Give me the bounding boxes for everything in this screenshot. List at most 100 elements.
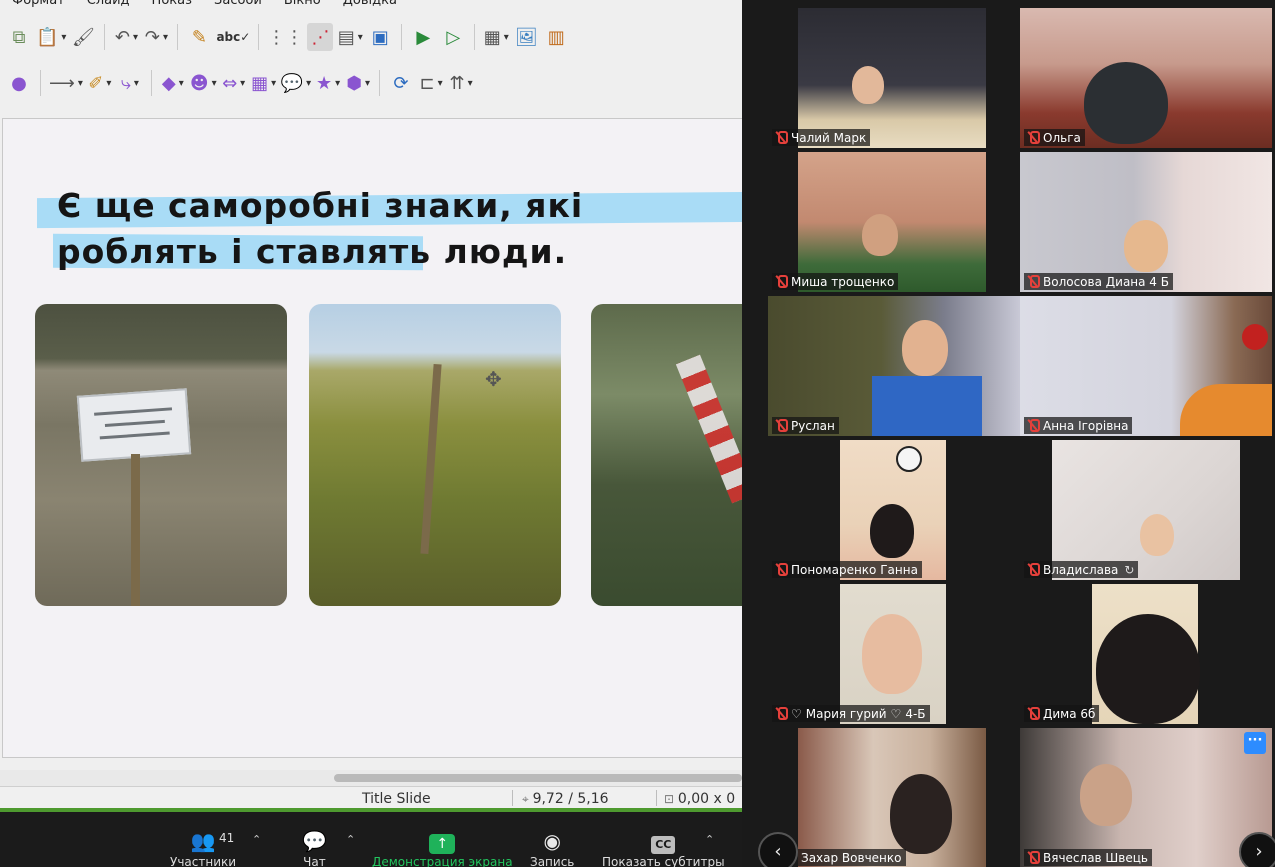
start-current-slide-icon[interactable]: ▷: [440, 23, 466, 51]
participant-name-label: Анна Ігорівна: [1024, 417, 1133, 434]
participant-tile[interactable]: Анна Ігорівна: [1020, 296, 1272, 436]
insert-image-icon[interactable]: 🖼: [513, 23, 539, 51]
size-icon: ⊡: [664, 792, 678, 806]
participant-tile[interactable]: Чалий Марк: [768, 8, 1020, 148]
participant-tile[interactable]: Руслан: [768, 296, 1020, 436]
participant-video: [840, 584, 946, 724]
participant-name-label: Миша трощенко: [772, 273, 899, 290]
arrange-icon[interactable]: ⇈: [448, 69, 474, 97]
participant-face: [852, 66, 884, 104]
warning-tape: [675, 354, 742, 504]
sign-text-line: [94, 407, 173, 416]
menu-format[interactable]: Формат: [12, 0, 65, 11]
participant-name-label: Волосова Диана 4 Б: [1024, 273, 1173, 290]
participant-tile[interactable]: ♡ Мария гурий ♡ 4-Б: [768, 584, 1020, 724]
participant-face: [1140, 514, 1174, 556]
master-slide-icon[interactable]: ▣: [367, 23, 393, 51]
spelling-icon[interactable]: abc✓: [216, 23, 250, 51]
find-replace-icon[interactable]: ✎: [186, 23, 212, 51]
handmade-sign: [76, 388, 192, 462]
participants-caret-icon[interactable]: ⌃: [252, 833, 261, 846]
participant-name-label: Руслан: [772, 417, 839, 434]
chat-label: Чат: [303, 855, 326, 867]
heart-icon: ♡: [791, 706, 802, 721]
paste-icon[interactable]: 📋: [36, 23, 66, 51]
participant-tile[interactable]: ··· Вячеслав Швець: [1020, 728, 1272, 867]
start-first-slide-icon[interactable]: ▶: [410, 23, 436, 51]
curve-icon[interactable]: ✐: [87, 69, 113, 97]
slide-canvas[interactable]: Є ще саморобні знаки, які роблять і став…: [2, 118, 742, 758]
status-size: ⊡ 0,00 x 0: [664, 791, 735, 807]
participant-name-label: Пономаренко Ганна: [772, 561, 922, 578]
standard-toolbar: ⧉ 📋 🖌 ↶ ↷ ✎ abc✓ ⋮⋮ ⋰ ▤ ▣ ▶ ▷ ▦ 🖼 ▥: [0, 18, 742, 56]
menu-tools[interactable]: Засоби: [214, 0, 262, 11]
block-arrows-icon[interactable]: ⇔: [221, 69, 247, 97]
toolbar-separator: [40, 70, 41, 96]
slide-photo-stake-field[interactable]: [309, 304, 561, 606]
slide-photo-sign-field[interactable]: [35, 304, 287, 606]
share-screen-button[interactable]: ↑ Демонстрация экрана: [372, 829, 513, 867]
participant-shirt: [872, 376, 982, 436]
connector-icon[interactable]: ⤷: [117, 69, 143, 97]
rotate-icon[interactable]: ⟳: [388, 69, 414, 97]
flowchart-icon[interactable]: ▦: [251, 69, 277, 97]
undo-icon[interactable]: ↶: [113, 23, 139, 51]
slide-photo-tape-bushes[interactable]: [591, 304, 742, 606]
toolbar-separator: [474, 24, 476, 50]
menu-slide[interactable]: Слайд: [87, 0, 130, 11]
chat-caret-icon[interactable]: ⌃: [346, 833, 355, 846]
3d-objects-icon[interactable]: ⬢: [345, 69, 371, 97]
participant-tile[interactable]: Пономаренко Ганна: [768, 440, 1020, 580]
symbol-shapes-icon[interactable]: ☻: [190, 69, 217, 97]
slide-title[interactable]: Є ще саморобні знаки, які роблять і став…: [57, 183, 697, 275]
participant-tile[interactable]: Владислава ↻: [1020, 440, 1272, 580]
helplines-icon[interactable]: ⋰: [307, 23, 334, 51]
cc-icon: CC: [651, 829, 676, 855]
insert-table-icon[interactable]: ▦: [483, 23, 509, 51]
participant-video: [1020, 8, 1272, 148]
participant-tile[interactable]: Волосова Диана 4 Б: [1020, 152, 1272, 292]
redo-icon[interactable]: ↷: [143, 23, 169, 51]
copy-icon[interactable]: ⧉: [6, 23, 32, 51]
status-layout-name: Title Slide: [362, 791, 431, 807]
insert-media-icon[interactable]: ▥: [543, 23, 569, 51]
display-views-icon[interactable]: ▤: [337, 23, 363, 51]
grid-icon[interactable]: ⋮⋮: [267, 23, 303, 51]
participant-tile[interactable]: Захар Вовченко: [768, 728, 1020, 867]
participants-count: 41: [219, 831, 235, 845]
participant-tile[interactable]: Дима 6б: [1020, 584, 1272, 724]
participant-video: [798, 8, 986, 148]
menu-help[interactable]: Довідка: [343, 0, 397, 11]
heart-icon: ♡: [890, 706, 902, 721]
clone-formatting-icon[interactable]: 🖌: [70, 23, 96, 51]
horizontal-scrollbar[interactable]: [0, 770, 742, 786]
stars-icon[interactable]: ★: [315, 69, 341, 97]
line-arrow-icon[interactable]: ⟶: [49, 69, 83, 97]
subtitles-caret-icon[interactable]: ⌃: [705, 833, 714, 846]
gallery-view: Чалий Марк Ольга Миша трощенко Волосова …: [742, 0, 1275, 867]
participant-tile[interactable]: Ольга: [1020, 8, 1272, 148]
menu-show[interactable]: Показ: [152, 0, 192, 11]
heart-balloon: [1242, 324, 1268, 350]
participant-name: Мария гурий: [805, 706, 887, 721]
record-button[interactable]: ◉ Запись: [530, 829, 574, 867]
chat-button[interactable]: 💬 Чат: [302, 829, 327, 867]
more-options-icon[interactable]: ···: [1244, 732, 1266, 754]
prev-page-button[interactable]: ‹: [758, 832, 798, 867]
ellipse-icon[interactable]: ●: [6, 69, 32, 97]
participant-tile[interactable]: Миша трощенко: [768, 152, 1020, 292]
align-objects-icon[interactable]: ⊏: [418, 69, 444, 97]
basic-shapes-icon[interactable]: ◆: [160, 69, 186, 97]
participant-name-suffix: 4-Б: [905, 706, 926, 721]
scrollbar-thumb[interactable]: [334, 774, 742, 782]
mic-off-icon: [775, 131, 788, 144]
participant-name: Руслан: [791, 418, 835, 433]
next-page-button[interactable]: ›: [1239, 832, 1275, 867]
participant-name-label: Ольга: [1024, 129, 1085, 146]
participants-icon: 👥: [190, 829, 216, 853]
callouts-icon[interactable]: 💬: [281, 69, 311, 97]
drawing-toolbar: ● ⟶ ✐ ⤷ ◆ ☻ ⇔ ▦ 💬 ★ ⬢ ⟳ ⊏ ⇈: [0, 64, 742, 102]
status-size-value: 0,00 x 0: [677, 791, 736, 807]
chat-icon: 💬: [302, 829, 327, 853]
menu-window[interactable]: Вікно: [284, 0, 321, 11]
